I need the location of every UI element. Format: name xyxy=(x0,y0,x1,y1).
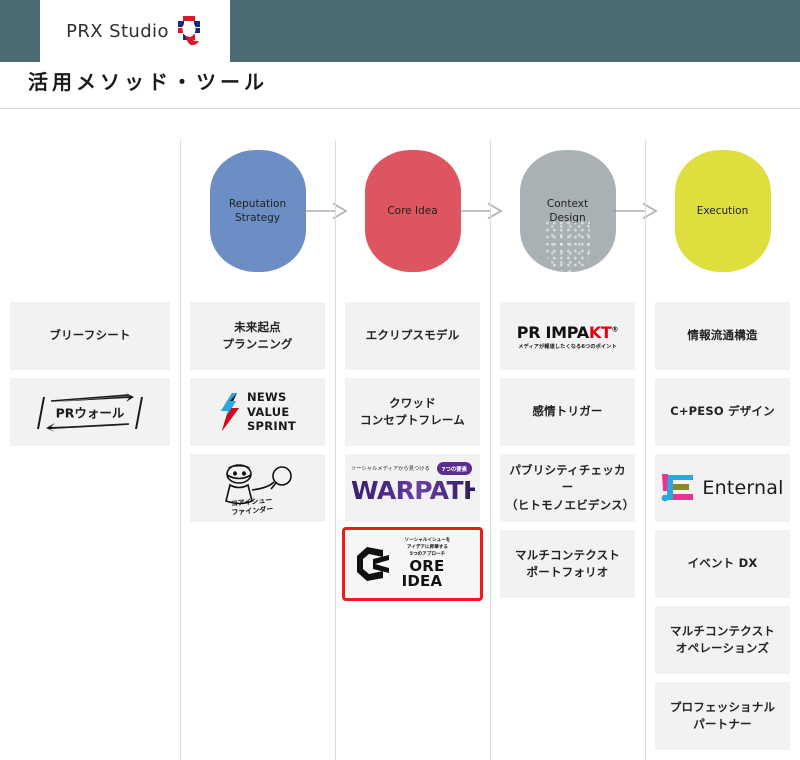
card-label: パブリシティチェッカー （ヒトモノエビデンス） xyxy=(506,463,635,512)
card-publicity-checker[interactable]: パブリシティチェッカー （ヒトモノエビデンス） xyxy=(500,454,635,522)
stage-shape-reputation-strategy: Reputation Strategy xyxy=(209,150,306,272)
card-pr-impakt[interactable]: PR IMPAKT® メディアが報道したくなる6つのポイント xyxy=(500,302,635,370)
card-news-value-sprint[interactable]: NEWS VALUE SPRINT xyxy=(190,378,325,446)
news-value-sprint-logo-icon: NEWS VALUE SPRINT xyxy=(219,390,296,433)
q-logo-icon xyxy=(174,14,204,48)
column-2-cards: 未来起点 プランニング NEWS VALUE SPRINT コアイシュー ファイ… xyxy=(190,300,325,522)
stage-label: Core Idea xyxy=(387,204,438,217)
card-professional-partner[interactable]: プロフェッショナル パートナー xyxy=(655,682,790,750)
column-3: Core Idea エクリプスモデル クワッド コンセプトフレーム ソーシャルメ… xyxy=(335,140,503,760)
card-brief-sheet[interactable]: ブリーフシート xyxy=(10,302,170,370)
enternal-wordmark: Enternal xyxy=(702,477,784,499)
warpath-logo-icon: ソーシャルメディアから見つける 7つの要素 WARPATH xyxy=(351,462,484,511)
column-divider xyxy=(335,140,336,760)
column-4-cards: PR IMPAKT® メディアが報道したくなる6つのポイント 感情トリガー パブ… xyxy=(500,300,635,598)
pr-impakt-sub: メディアが報道したくなる6つのポイント xyxy=(518,343,617,350)
column-3-cards: エクリプスモデル クワッド コンセプトフレーム ソーシャルメディアから見つける … xyxy=(342,300,484,601)
stage-label: Context Design xyxy=(546,197,589,224)
card-eclipse-model[interactable]: エクリプスモデル xyxy=(345,302,480,370)
card-label: マルチコンテクスト オペレーションズ xyxy=(670,623,775,655)
column-5: Execution 情報流通構造 C+PESO デザイン Enternal イベ… xyxy=(645,140,800,760)
card-multi-context-operations[interactable]: マルチコンテクスト オペレーションズ xyxy=(655,606,790,674)
card-label: 情報流通構造 xyxy=(687,328,758,343)
card-enternal[interactable]: Enternal xyxy=(655,454,790,522)
pr-wall-logo-icon: PRウォール xyxy=(30,389,150,435)
column-divider xyxy=(645,140,646,760)
column-4: Context Design PR IMPAKT® メディアが報道したくなる6つ… xyxy=(490,140,658,760)
card-core-idea-highlighted[interactable]: ソーシャルイシューを アイデアに昇華する 5つのアプローチ ORE IDEA xyxy=(342,527,483,601)
card-label: C+PESO デザイン xyxy=(670,404,775,419)
core-idea-text-block: ソーシャルイシューを アイデアに昇華する 5つのアプローチ ORE IDEA xyxy=(394,538,451,589)
column-divider xyxy=(490,140,491,760)
core-idea-wordmark: ORE IDEA xyxy=(394,558,451,591)
card-label: マルチコンテクスト ポートフォリオ xyxy=(515,547,620,579)
card-label: プロフェッショナル パートナー xyxy=(669,699,776,731)
card-label: エクリプスモデル xyxy=(365,328,460,343)
card-emotion-trigger[interactable]: 感情トリガー xyxy=(500,378,635,446)
card-c-peso-design[interactable]: C+PESO デザイン xyxy=(655,378,790,446)
column-1: ブリーフシート PRウォール xyxy=(0,140,180,760)
page-title: 活用メソッド・ツール xyxy=(28,70,268,94)
warpath-badge: 7つの要素 xyxy=(436,462,472,475)
title-divider xyxy=(0,108,800,109)
stage-slot-2: Reputation Strategy xyxy=(190,140,348,300)
core-idea-logo-icon: ソーシャルイシューを アイデアに昇華する 5つのアプローチ ORE IDEA xyxy=(353,538,473,589)
brand-logo: PRX Studio xyxy=(40,0,230,62)
core-issue-finder-logo-icon: コアイシュー ファインダー xyxy=(206,460,310,517)
card-label: ブリーフシート xyxy=(49,328,131,343)
card-core-issue-finder[interactable]: コアイシュー ファインダー xyxy=(190,454,325,522)
pr-impakt-wordmark: PR IMPAKT® xyxy=(516,322,619,342)
pr-impakt-word: PR IMPA xyxy=(516,322,589,342)
enternal-logo-icon: Enternal xyxy=(661,471,783,505)
stage-label: Execution xyxy=(696,204,749,217)
stage-slot-5: Execution xyxy=(655,140,790,300)
core-idea-sub: ソーシャルイシューを アイデアに昇華する 5つのアプローチ xyxy=(404,538,451,558)
card-future-origin-planning[interactable]: 未来起点 プランニング xyxy=(190,302,325,370)
column-divider xyxy=(180,140,181,760)
stage-shape-core-idea: Core Idea xyxy=(364,150,461,272)
card-quad-concept-frame[interactable]: クワッド コンセプトフレーム xyxy=(345,378,480,446)
stage-label: Reputation Strategy xyxy=(228,197,287,224)
card-label: 未来起点 プランニング xyxy=(222,319,293,351)
card-info-distribution-structure[interactable]: 情報流通構造 xyxy=(655,302,790,370)
card-warpath[interactable]: ソーシャルメディアから見つける 7つの要素 WARPATH xyxy=(345,454,484,522)
stage-slot-4: Context Design xyxy=(500,140,658,300)
column-2: Reputation Strategy 未来起点 プランニング NEWS VAL… xyxy=(180,140,348,760)
card-label: イベント DX xyxy=(687,556,758,571)
card-event-dx[interactable]: イベント DX xyxy=(655,530,790,598)
card-pr-wall[interactable]: PRウォール xyxy=(10,378,170,446)
pr-wall-label: PRウォール xyxy=(55,405,125,421)
card-label: 感情トリガー xyxy=(532,404,603,419)
card-multi-context-portfolio[interactable]: マルチコンテクスト ポートフォリオ xyxy=(500,530,635,598)
stage-shape-context-design: Context Design xyxy=(519,150,616,272)
stage-slot-3: Core Idea xyxy=(345,140,503,300)
stage-slot-1 xyxy=(10,140,170,300)
warpath-sub: ソーシャルメディアから見つける xyxy=(351,466,430,472)
registered-icon: ® xyxy=(611,325,619,334)
news-value-sprint-label: NEWS VALUE SPRINT xyxy=(246,390,297,434)
card-label: クワッド コンセプトフレーム xyxy=(360,395,465,427)
column-1-cards: ブリーフシート PRウォール xyxy=(10,300,170,446)
stage-shape-execution: Execution xyxy=(674,150,771,272)
brand-logo-text: PRX Studio xyxy=(66,20,169,42)
column-5-cards: 情報流通構造 C+PESO デザイン Enternal イベント DX マルチコ… xyxy=(655,300,790,750)
pr-impakt-accent: KT xyxy=(588,322,612,342)
columns-container: ブリーフシート PRウォール Reputation Strategy 未来起点 … xyxy=(0,140,800,760)
pr-impakt-logo-icon: PR IMPAKT® メディアが報道したくなる6つのポイント xyxy=(516,322,619,350)
core-idea-word-idea: IDEA xyxy=(401,572,443,591)
slide-root: PRX Studio 活用メソッド・ツール ブリーフシート PRウォール Rep… xyxy=(0,0,800,760)
warpath-wordmark: WARPATH xyxy=(351,476,484,505)
